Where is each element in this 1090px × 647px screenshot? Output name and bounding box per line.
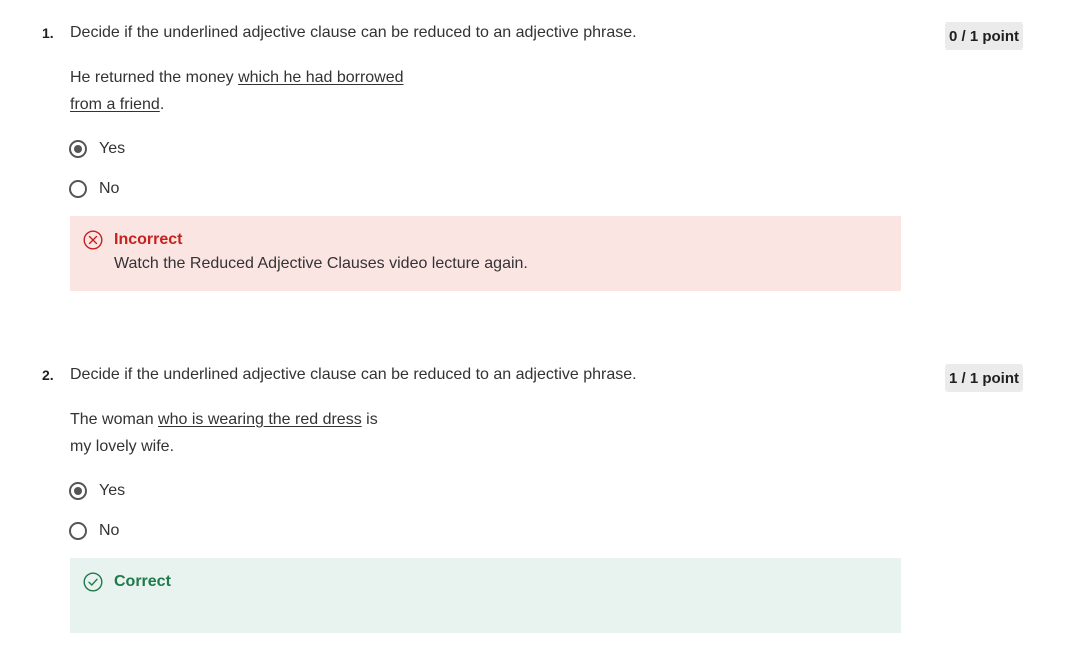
radio-selected-icon[interactable] bbox=[69, 140, 87, 158]
feedback-title: Correct bbox=[114, 573, 171, 590]
feedback-correct: Correct bbox=[70, 558, 901, 633]
feedback-incorrect: Incorrect Watch the Reduced Adjective Cl… bbox=[70, 216, 901, 291]
radio-selected-icon[interactable] bbox=[69, 482, 87, 500]
option-no[interactable]: No bbox=[69, 177, 119, 201]
option-label: No bbox=[99, 522, 120, 539]
x-circle-icon bbox=[83, 230, 103, 250]
sentence-text: is bbox=[361, 411, 378, 428]
sentence-text: my lovely wife. bbox=[70, 438, 175, 455]
question-sentence: The woman who is wearing the red dress i… bbox=[70, 406, 430, 460]
check-circle-icon bbox=[83, 572, 103, 592]
question-number: 2. bbox=[42, 367, 54, 383]
option-yes[interactable]: Yes bbox=[69, 137, 125, 161]
score-badge: 1 / 1 point bbox=[945, 364, 1024, 392]
underlined-clause: who is wearing the red dress bbox=[158, 411, 362, 428]
underlined-clause: which he had borrowed bbox=[238, 69, 404, 86]
score-badge: 0 / 1 point bbox=[945, 22, 1024, 50]
sentence-text: He returned the money bbox=[70, 69, 239, 86]
option-label: Yes bbox=[99, 482, 126, 499]
feedback-text: Watch the Reduced Adjective Clauses vide… bbox=[114, 255, 528, 272]
option-label: No bbox=[99, 180, 120, 197]
option-label: Yes bbox=[99, 140, 126, 157]
underlined-clause: from a friend bbox=[70, 96, 160, 113]
question-prompt: Decide if the underlined adjective claus… bbox=[70, 24, 637, 41]
radio-unselected-icon[interactable] bbox=[69, 180, 87, 198]
option-yes[interactable]: Yes bbox=[69, 479, 125, 503]
sentence-text: . bbox=[159, 96, 165, 113]
feedback-title: Incorrect bbox=[114, 231, 183, 248]
radio-unselected-icon[interactable] bbox=[69, 522, 87, 540]
sentence-text: The woman bbox=[70, 411, 159, 428]
question-number: 1. bbox=[42, 25, 54, 41]
question-sentence: He returned the money which he had borro… bbox=[70, 64, 430, 118]
question-prompt: Decide if the underlined adjective claus… bbox=[70, 366, 637, 383]
option-no[interactable]: No bbox=[69, 519, 119, 543]
